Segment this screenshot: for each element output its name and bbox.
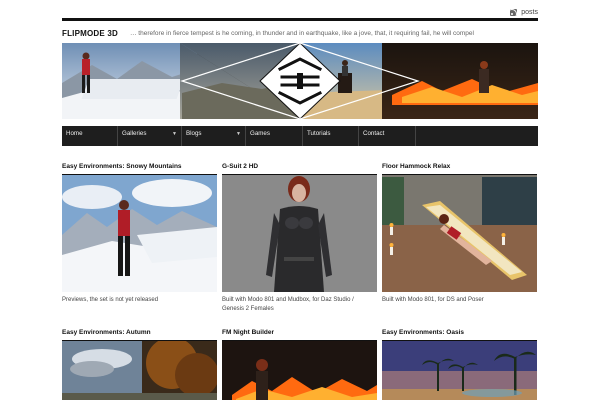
nav-label: Galleries	[122, 130, 147, 137]
post-thumbnail[interactable]	[222, 175, 377, 292]
oasis-image	[382, 341, 537, 400]
rss-label: posts	[521, 9, 538, 16]
post-card: Floor Hammock Relax Built with Modo 801,…	[382, 155, 537, 305]
post-excerpt: Previews, the set is not yet released	[62, 297, 159, 303]
post-thumbnail[interactable]	[382, 175, 537, 292]
nav-label: Games	[250, 130, 270, 137]
site-header: FLIPMODE 3D … therefore in fierce tempes…	[62, 27, 538, 39]
post-card: G-Suit 2 HD Built with Modo 801 and Mudb…	[222, 155, 377, 314]
post-excerpt: Built with Modo 801 and Mudbox, for Daz …	[222, 297, 354, 312]
floor-hammock-image	[382, 175, 537, 292]
post-thumbnail[interactable]	[62, 175, 217, 292]
post-card: Easy Environments: Autumn	[62, 321, 217, 400]
nav-label: Home	[66, 130, 83, 137]
nav-tutorials[interactable]: Tutorials	[303, 126, 359, 146]
header-banner	[62, 43, 538, 119]
rss-icon	[510, 9, 518, 16]
post-title-link[interactable]: Easy Environments: Oasis	[382, 329, 464, 336]
site-title[interactable]: FLIPMODE 3D	[62, 29, 118, 38]
chevron-down-icon: ▼	[172, 131, 177, 137]
post-thumbnail[interactable]	[62, 341, 217, 400]
post-card: Easy Environments: Snowy Mountains Previ…	[62, 155, 217, 305]
night-builder-image	[222, 341, 377, 400]
nav-home[interactable]: Home	[62, 126, 118, 146]
post-title-link[interactable]: Floor Hammock Relax	[382, 163, 450, 170]
nav-contact[interactable]: Contact	[359, 126, 416, 146]
nav-galleries[interactable]: Galleries ▼	[118, 126, 182, 146]
site-tagline: … therefore in fierce tempest is he comi…	[129, 29, 474, 37]
rss-posts-link[interactable]: posts	[510, 9, 538, 16]
post-title-link[interactable]: Easy Environments: Autumn	[62, 329, 151, 336]
post-title-link[interactable]: Easy Environments: Snowy Mountains	[62, 163, 182, 170]
g-suit-image	[222, 175, 377, 292]
nav-label: Contact	[363, 130, 385, 137]
nav-label: Tutorials	[307, 130, 331, 137]
banner-image	[62, 43, 538, 119]
post-title-link[interactable]: G-Suit 2 HD	[222, 163, 258, 170]
post-thumbnail[interactable]	[382, 341, 537, 400]
snowy-mountains-image	[62, 175, 217, 292]
nav-label: Blogs	[186, 130, 202, 137]
autumn-image	[62, 341, 217, 400]
chevron-down-icon: ▼	[236, 131, 241, 137]
nav-games[interactable]: Games	[246, 126, 303, 146]
header-rule	[62, 18, 538, 21]
post-card: FM Night Builder	[222, 321, 377, 400]
post-card: Easy Environments: Oasis	[382, 321, 537, 400]
main-nav: Home Galleries ▼ Blogs ▼ Games Tutorials…	[62, 126, 538, 146]
post-thumbnail[interactable]	[222, 341, 377, 400]
post-excerpt: Built with Modo 801, for DS and Poser	[382, 297, 484, 303]
nav-blogs[interactable]: Blogs ▼	[182, 126, 246, 146]
post-title-link[interactable]: FM Night Builder	[222, 329, 274, 336]
